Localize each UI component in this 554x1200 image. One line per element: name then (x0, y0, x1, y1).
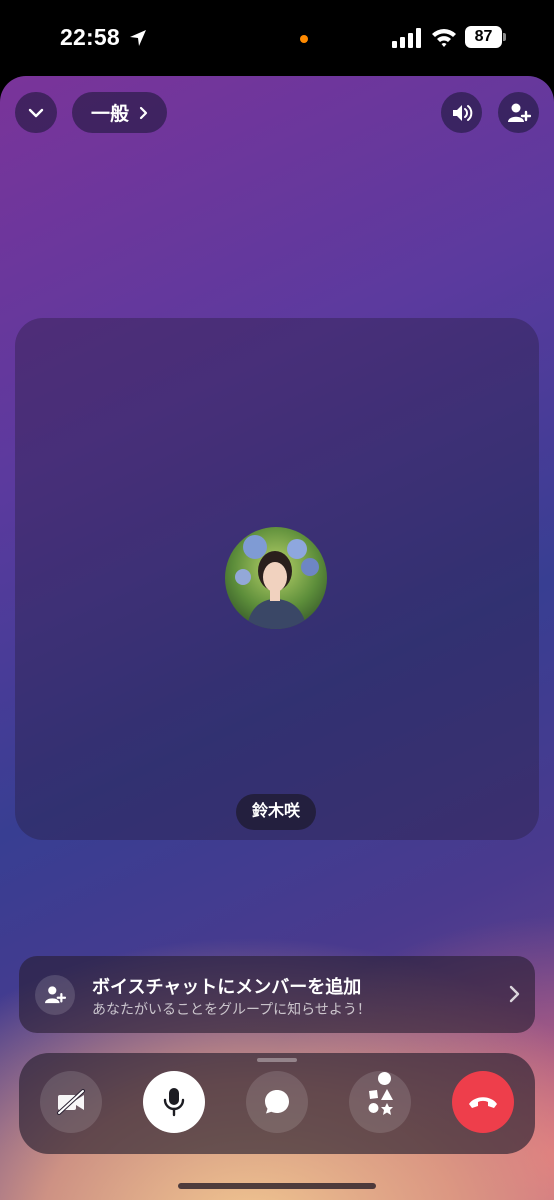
voice-call-screen: 一般 鈴木咲 ボイスチャットにメンバーを追加 あなたがいることをグループに知らせ… (0, 76, 554, 1200)
signal-bars-icon (392, 28, 421, 48)
chat-bubble-icon (265, 1090, 289, 1114)
participant-avatar (225, 527, 327, 629)
call-control-bar (19, 1053, 535, 1154)
location-arrow-icon (130, 30, 146, 46)
camera-toggle-button[interactable] (40, 1071, 102, 1133)
speaker-button[interactable] (441, 92, 482, 133)
privacy-indicator-dot (300, 35, 308, 43)
collapse-button[interactable] (15, 92, 57, 133)
microphone-button[interactable] (143, 1071, 205, 1133)
channel-button[interactable]: 一般 (72, 92, 167, 133)
participant-tile[interactable]: 鈴木咲 (15, 318, 539, 840)
battery-icon: 87 (465, 26, 507, 48)
home-indicator[interactable] (178, 1183, 376, 1189)
channel-label: 一般 (90, 104, 129, 125)
invite-members-card[interactable]: ボイスチャットにメンバーを追加 あなたがいることをグループに知らせよう！ (19, 956, 535, 1033)
activity-notification-dot (378, 1072, 391, 1085)
chevron-right-icon (509, 985, 520, 1003)
participant-name-tag: 鈴木咲 (236, 794, 317, 830)
status-bar: 22:58 87 (0, 0, 554, 76)
wifi-icon (432, 29, 456, 47)
chat-button[interactable] (246, 1071, 308, 1133)
battery-tip (503, 33, 506, 41)
activities-icon (368, 1089, 393, 1115)
microphone-icon (163, 1088, 185, 1117)
end-call-icon (469, 1097, 497, 1108)
end-call-button[interactable] (452, 1071, 514, 1133)
avatar-photo (225, 527, 327, 629)
add-user-icon (507, 103, 531, 122)
invite-icon-wrapper (35, 975, 75, 1015)
sheet-grabber[interactable] (257, 1058, 297, 1062)
battery-level: 87 (465, 26, 502, 48)
add-member-button[interactable] (498, 92, 539, 133)
camera-off-icon (57, 1089, 85, 1115)
add-user-icon (45, 986, 66, 1004)
chevron-right-icon (139, 106, 148, 119)
speaker-icon (452, 104, 472, 121)
invite-title: ボイスチャットにメンバーを追加 (92, 977, 362, 997)
status-time: 22:58 (60, 24, 120, 50)
invite-subtitle: あなたがいることをグループに知らせよう！ (92, 1001, 371, 1017)
chevron-down-icon (28, 108, 44, 117)
